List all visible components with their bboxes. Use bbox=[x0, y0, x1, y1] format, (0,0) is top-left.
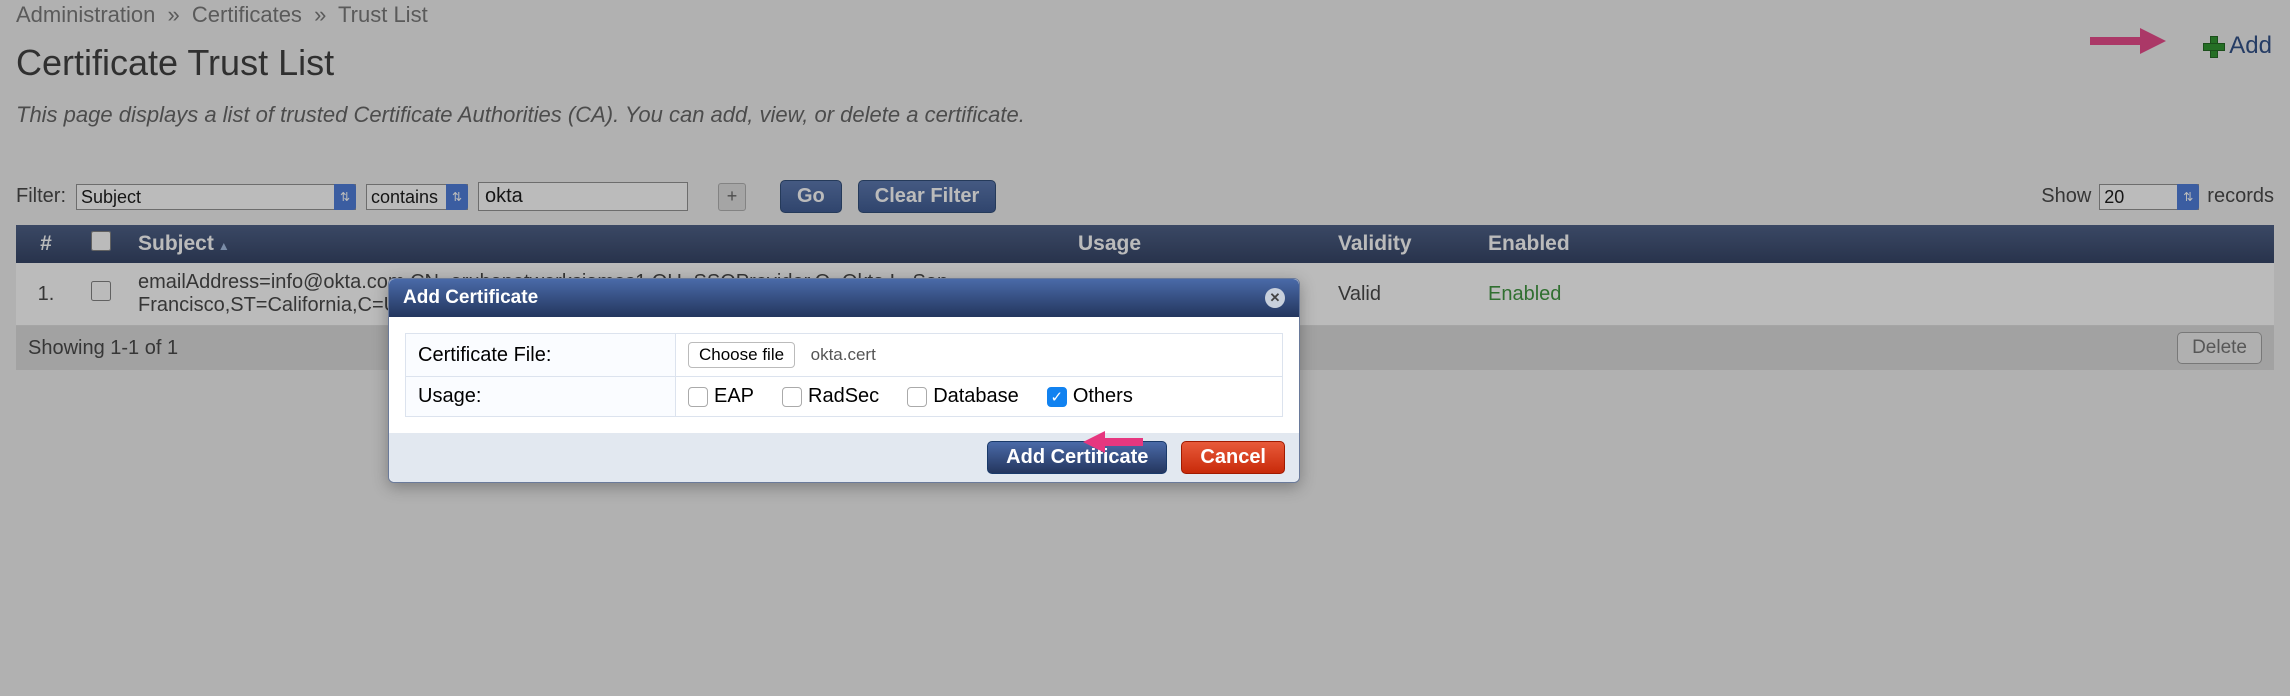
selected-filename: okta.cert bbox=[811, 345, 876, 364]
cell-num: 1. bbox=[16, 263, 76, 326]
file-cell: Choose file okta.cert bbox=[676, 334, 1283, 377]
filter-label: Filter: bbox=[16, 185, 66, 208]
dialog-title: Add Certificate bbox=[403, 287, 538, 309]
usage-eap-label: EAP bbox=[714, 385, 754, 408]
cell-enabled: Enabled bbox=[1476, 263, 2274, 326]
row-checkbox[interactable] bbox=[91, 281, 111, 301]
show-label: Show bbox=[2041, 185, 2091, 208]
col-usage[interactable]: Usage bbox=[1066, 225, 1326, 263]
cell-checkbox bbox=[76, 263, 126, 326]
checkbox-unchecked-icon bbox=[907, 387, 927, 407]
filter-field-select[interactable]: Subject bbox=[76, 184, 356, 210]
col-num[interactable]: # bbox=[16, 225, 76, 263]
showing-text: Showing 1-1 of 1 bbox=[28, 337, 178, 360]
col-checkbox bbox=[76, 225, 126, 263]
plus-icon bbox=[2203, 36, 2223, 56]
sort-asc-icon: ▲ bbox=[218, 239, 230, 253]
close-icon: ✕ bbox=[1270, 290, 1281, 306]
col-subject[interactable]: Subject ▲ bbox=[126, 225, 1066, 263]
filter-bar: Filter: Subject contains + Go Clear Filt… bbox=[16, 180, 2274, 213]
page-title: Certificate Trust List bbox=[16, 42, 2274, 84]
usage-others[interactable]: Others bbox=[1047, 385, 1133, 408]
col-validity[interactable]: Validity bbox=[1326, 225, 1476, 263]
usage-others-label: Others bbox=[1073, 385, 1133, 408]
usage-cell: EAP RadSec Database Others bbox=[676, 377, 1283, 417]
usage-eap[interactable]: EAP bbox=[688, 385, 754, 408]
add-filter-button[interactable]: + bbox=[718, 183, 746, 211]
choose-file-button[interactable]: Choose file bbox=[688, 342, 795, 368]
file-label: Certificate File: bbox=[406, 334, 676, 377]
usage-radsec[interactable]: RadSec bbox=[782, 385, 879, 408]
select-all-checkbox[interactable] bbox=[91, 231, 111, 251]
filter-value-input[interactable] bbox=[478, 182, 688, 211]
checkbox-unchecked-icon bbox=[782, 387, 802, 407]
checkbox-checked-icon bbox=[1047, 387, 1067, 407]
filter-op-select[interactable]: contains bbox=[366, 184, 468, 210]
dialog-footer: Add Certificate Cancel bbox=[389, 433, 1299, 482]
breadcrumb-trust-list[interactable]: Trust List bbox=[338, 2, 428, 27]
breadcrumb-sep: » bbox=[168, 2, 180, 27]
cell-validity: Valid bbox=[1326, 263, 1476, 326]
delete-button[interactable]: Delete bbox=[2177, 332, 2262, 364]
col-enabled[interactable]: Enabled bbox=[1476, 225, 2274, 263]
checkbox-unchecked-icon bbox=[688, 387, 708, 407]
plus-small-icon: + bbox=[727, 186, 738, 207]
usage-radsec-label: RadSec bbox=[808, 385, 879, 408]
page-description: This page displays a list of trusted Cer… bbox=[16, 102, 2274, 128]
add-button[interactable]: Add bbox=[2203, 32, 2272, 60]
usage-database[interactable]: Database bbox=[907, 385, 1019, 408]
breadcrumb-administration[interactable]: Administration bbox=[16, 2, 155, 27]
add-certificate-dialog: Add Certificate ✕ Certificate File: Choo… bbox=[388, 278, 1300, 483]
records-select[interactable]: 20 bbox=[2099, 184, 2199, 210]
cancel-button[interactable]: Cancel bbox=[1181, 441, 1285, 474]
annotation-arrow-usage bbox=[1083, 431, 1143, 453]
dialog-titlebar: Add Certificate ✕ bbox=[389, 279, 1299, 317]
annotation-arrow-add bbox=[2090, 28, 2170, 54]
col-subject-label: Subject bbox=[138, 232, 214, 255]
records-label: records bbox=[2207, 185, 2274, 208]
close-button[interactable]: ✕ bbox=[1265, 288, 1285, 308]
breadcrumb-certificates[interactable]: Certificates bbox=[192, 2, 302, 27]
usage-database-label: Database bbox=[933, 385, 1019, 408]
breadcrumb-sep: » bbox=[314, 2, 326, 27]
go-button[interactable]: Go bbox=[780, 180, 842, 213]
breadcrumb: Administration » Certificates » Trust Li… bbox=[16, 0, 2274, 28]
show-records: Show 20 records bbox=[2041, 184, 2274, 210]
usage-label: Usage: bbox=[406, 377, 676, 417]
add-label: Add bbox=[2229, 32, 2272, 60]
clear-filter-button[interactable]: Clear Filter bbox=[858, 180, 996, 213]
